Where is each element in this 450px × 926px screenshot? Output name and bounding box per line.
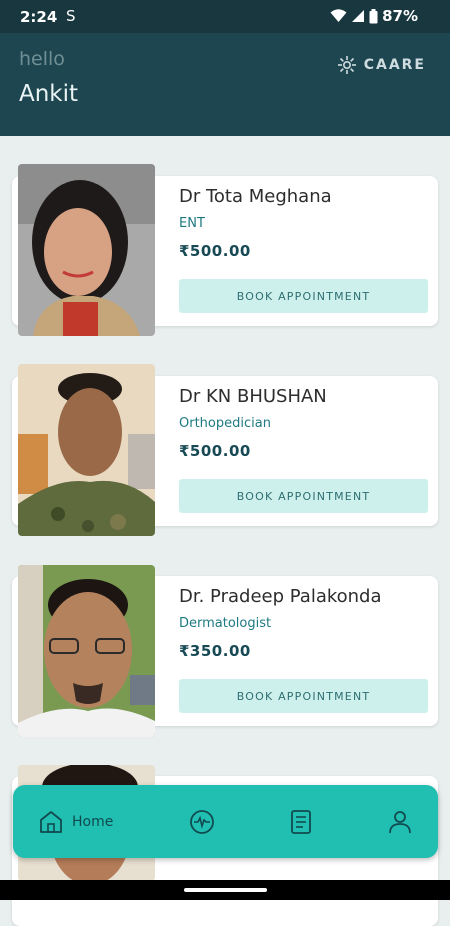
- doctor-fee: ₹500.00: [179, 442, 251, 460]
- doctor-fee: ₹500.00: [179, 242, 251, 260]
- caare-logo-icon: [337, 56, 356, 74]
- book-appointment-button[interactable]: BOOK APPOINTMENT: [179, 679, 428, 713]
- wifi-icon: [330, 9, 347, 22]
- book-appointment-button[interactable]: BOOK APPOINTMENT: [179, 479, 428, 513]
- doctor-photo: [18, 364, 155, 536]
- doctor-specialty: ENT: [179, 216, 205, 231]
- home-icon: [40, 811, 62, 833]
- nav-health[interactable]: [189, 799, 215, 845]
- bottom-nav: Home: [13, 785, 438, 858]
- doctor-photo: [18, 565, 155, 737]
- pulse-icon: [190, 810, 214, 834]
- brand-name: CAARE: [363, 57, 426, 73]
- doctor-fee: ₹350.00: [179, 642, 251, 660]
- nav-home[interactable]: Home: [38, 799, 113, 845]
- battery-percent: 87%: [382, 7, 418, 25]
- nav-home-label: Home: [72, 814, 114, 830]
- user-name: Ankit: [19, 81, 79, 107]
- gesture-bar: [0, 880, 450, 900]
- status-icons: 87%: [330, 7, 418, 25]
- home-indicator[interactable]: [184, 888, 267, 892]
- doctor-name: Dr KN BHUSHAN: [179, 386, 327, 407]
- doctor-specialty: Dermatologist: [179, 616, 272, 631]
- book-appointment-button[interactable]: BOOK APPOINTMENT: [179, 279, 428, 313]
- status-bar: 2:24 S 87%: [0, 0, 450, 33]
- doctor-specialty: Orthopedician: [179, 416, 271, 431]
- nav-records[interactable]: [289, 799, 313, 845]
- doctor-photo: [18, 164, 155, 336]
- records-icon: [291, 810, 311, 834]
- signal-icon: [352, 10, 365, 22]
- sync-icon: S: [66, 7, 76, 25]
- brand-logo: CAARE: [337, 55, 426, 75]
- nav-profile[interactable]: [388, 799, 412, 845]
- doctor-name: Dr. Pradeep Palakonda: [179, 586, 382, 607]
- doctor-name: Dr Tota Meghana: [179, 186, 332, 207]
- app-header: hello Ankit CAARE: [0, 33, 450, 136]
- greeting-text: hello: [19, 48, 65, 70]
- profile-icon: [389, 811, 411, 834]
- battery-icon: [369, 8, 378, 23]
- status-time: 2:24: [20, 8, 58, 26]
